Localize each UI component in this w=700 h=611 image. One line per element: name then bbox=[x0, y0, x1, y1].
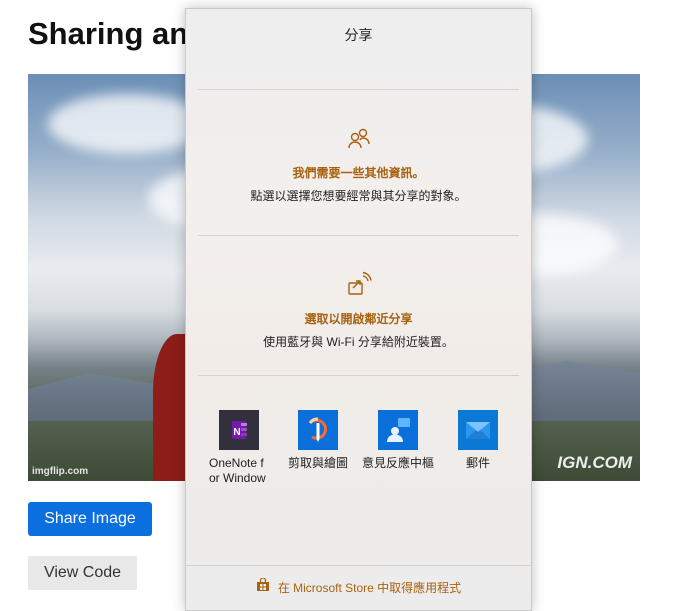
watermark-imgflip: imgflip.com bbox=[32, 466, 89, 477]
app-onenote[interactable]: N OneNote for Windows 10 bbox=[203, 410, 275, 486]
app-snip-sketch[interactable]: 剪取與繪圖 bbox=[282, 410, 354, 471]
store-link[interactable]: 在 Microsoft Store 中取得應用程式 bbox=[278, 581, 461, 595]
store-bar: 在 Microsoft Store 中取得應用程式 bbox=[186, 565, 531, 610]
divider bbox=[198, 235, 519, 236]
divider bbox=[198, 89, 519, 90]
nearby-share-icon bbox=[186, 271, 531, 302]
divider bbox=[198, 375, 519, 376]
app-label: OneNote for Windows 10 bbox=[209, 456, 266, 485]
app-mail[interactable]: 郵件 bbox=[442, 410, 514, 471]
app-label: 意見反應中樞 bbox=[362, 456, 434, 470]
view-code-button[interactable]: View Code bbox=[28, 556, 137, 590]
page-title: Sharing an bbox=[28, 16, 189, 51]
panel-title: 分享 bbox=[344, 27, 373, 43]
nearby-share-section[interactable]: 選取以開啟鄰近分享 使用藍牙與 Wi-Fi 分享給附近裝置。 bbox=[186, 271, 531, 350]
mail-icon bbox=[458, 410, 498, 450]
people-section-description: 點選以選擇您想要經常與其分享的對象。 bbox=[250, 189, 467, 203]
share-image-button[interactable]: Share Image bbox=[28, 502, 152, 536]
snip-sketch-icon bbox=[298, 410, 338, 450]
app-label: 剪取與繪圖 bbox=[287, 456, 348, 470]
people-icon bbox=[186, 127, 531, 156]
people-section-title: 我們需要一些其他資訊。 bbox=[292, 166, 425, 180]
onenote-icon: N bbox=[219, 410, 259, 450]
app-label: 郵件 bbox=[465, 456, 490, 470]
share-panel: 分享 我們需要一些其他資訊。 點選以選擇您想要經常與其分享的對象。 選取以開啟鄰… bbox=[185, 8, 532, 611]
nearby-share-description: 使用藍牙與 Wi-Fi 分享給附近裝置。 bbox=[263, 335, 454, 349]
feedback-hub-icon bbox=[378, 410, 418, 450]
store-bag-icon bbox=[256, 566, 270, 610]
svg-text:N: N bbox=[233, 427, 240, 438]
nearby-share-title: 選取以開啟鄰近分享 bbox=[304, 312, 413, 326]
people-section[interactable]: 我們需要一些其他資訊。 點選以選擇您想要經常與其分享的對象。 bbox=[186, 127, 531, 204]
watermark-ign: IGN.COM bbox=[557, 453, 632, 472]
app-feedback-hub[interactable]: 意見反應中樞 bbox=[362, 410, 434, 471]
